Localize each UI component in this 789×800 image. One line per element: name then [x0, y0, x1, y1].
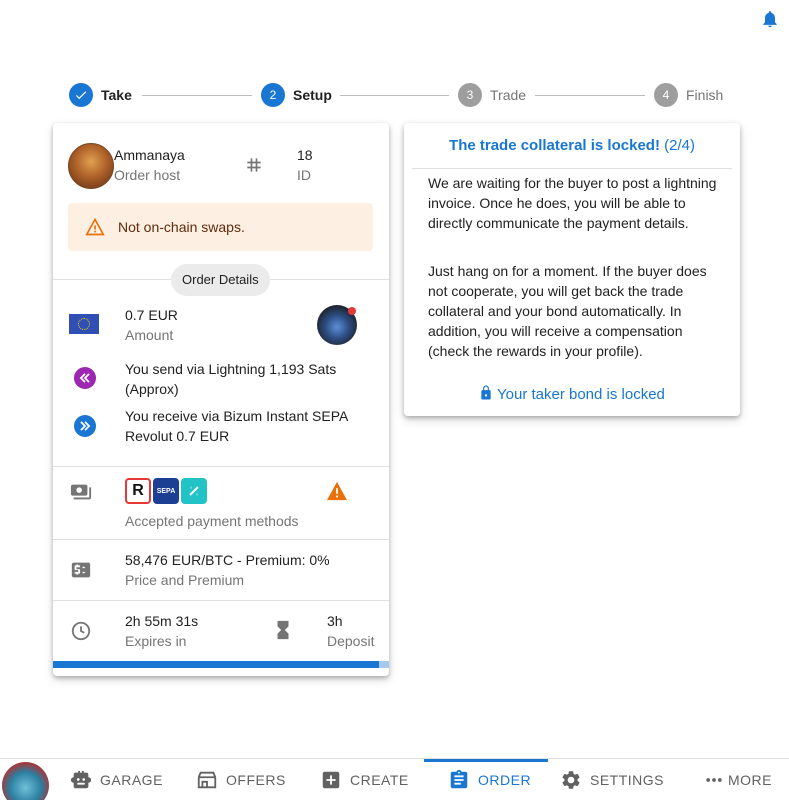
- onchain-warning: Not on-chain swaps.: [68, 203, 373, 251]
- bottom-navigation: GARAGE OFFERS CREATE ORDER SETTINGS MORE: [0, 758, 789, 800]
- divider: [53, 539, 389, 540]
- order-id: 18: [297, 147, 313, 163]
- host-name: Ammanaya: [114, 147, 185, 163]
- price-icon: [71, 562, 91, 578]
- settings-icon: [562, 771, 580, 789]
- bond-status: Your taker bond is locked: [404, 384, 740, 403]
- deposit-label: Deposit: [327, 633, 375, 649]
- receive-text: You receive via Bizum Instant SEPA Revol…: [125, 408, 348, 444]
- expiry-progress-fill: [53, 661, 379, 668]
- step-finish: 4 Finish: [654, 82, 723, 108]
- clock-icon: [71, 621, 91, 641]
- order-details-chip[interactable]: Order Details: [171, 264, 270, 296]
- nav-more[interactable]: MORE: [704, 759, 772, 800]
- create-icon: [322, 771, 340, 789]
- nav-more-label: MORE: [728, 772, 772, 788]
- step-connector: [340, 95, 449, 96]
- check-icon: [69, 83, 93, 107]
- nav-order-label: ORDER: [478, 772, 532, 788]
- divider: [53, 600, 389, 601]
- divider: [53, 466, 389, 467]
- send-text: You send via Lightning 1,193 Sats (Appro…: [125, 361, 337, 397]
- bond-status-text: Your taker bond is locked: [497, 386, 665, 403]
- status-step-count: (2/4): [664, 137, 695, 154]
- deposit-value: 3h: [327, 613, 343, 629]
- garage-icon: [70, 770, 92, 789]
- nav-garage[interactable]: GARAGE: [70, 759, 163, 800]
- nav-order[interactable]: ORDER: [424, 759, 548, 800]
- amount-label: Amount: [125, 327, 174, 343]
- more-icon: [706, 778, 722, 782]
- step-take: Take: [69, 82, 132, 108]
- order-id-label: ID: [297, 167, 311, 183]
- status-dot: [348, 307, 356, 315]
- step-connector: [142, 95, 252, 96]
- sepa-logo: SEPA: [153, 478, 179, 504]
- nav-create[interactable]: CREATE: [320, 759, 409, 800]
- payment-methods-label: Accepted payment methods: [125, 513, 299, 529]
- expires-label: Expires in: [125, 633, 187, 649]
- warning-icon[interactable]: [326, 481, 348, 501]
- order-details-card: Ammanaya Order host 18 ID Not on-chain s…: [53, 123, 389, 676]
- step-connector: [535, 95, 645, 96]
- step-setup: 2 Setup: [261, 82, 332, 108]
- step-number: 2: [261, 83, 285, 107]
- hourglass-icon: [277, 620, 289, 640]
- status-paragraph-2: Just hang on for a moment. If the buyer …: [428, 263, 707, 359]
- nav-create-label: CREATE: [350, 772, 409, 788]
- nav-garage-label: GARAGE: [100, 772, 163, 788]
- offers-icon: [197, 771, 217, 789]
- expires-value: 2h 55m 31s: [125, 613, 199, 629]
- host-avatar[interactable]: [68, 143, 114, 189]
- status-title: The trade collateral is locked! (2/4): [404, 137, 740, 154]
- revolut-logo: R: [125, 478, 151, 504]
- bizum-logo: [181, 478, 207, 504]
- step-number: 4: [654, 83, 678, 107]
- divider: [412, 168, 732, 169]
- price-label: Price and Premium: [125, 572, 245, 588]
- payment-icon: [70, 484, 92, 500]
- price-value: 58,476 EUR/BTC - Premium: 0%: [125, 552, 330, 568]
- host-role: Order host: [114, 167, 181, 183]
- nav-settings-label: SETTINGS: [590, 772, 665, 788]
- status-title-text: The trade collateral is locked!: [449, 137, 660, 154]
- host-row: Ammanaya Order host 18 ID: [68, 143, 378, 189]
- hash-icon: [247, 158, 261, 172]
- warning-icon: [85, 217, 105, 236]
- nav-offers[interactable]: OFFERS: [196, 759, 286, 800]
- send-icon: [74, 367, 96, 389]
- order-stepper: Take 2 Setup 3 Trade 4 Finish: [0, 82, 789, 108]
- warning-text: Not on-chain swaps.: [118, 219, 245, 235]
- receive-icon: [74, 415, 96, 437]
- step-label: Take: [101, 87, 132, 103]
- expiry-progress-bar: [53, 661, 389, 668]
- eu-flag-icon: [69, 314, 99, 334]
- step-label: Finish: [686, 87, 724, 103]
- step-label: Trade: [490, 87, 527, 103]
- bell-icon[interactable]: [760, 9, 780, 29]
- step-number: 3: [458, 83, 482, 107]
- lock-icon: [481, 385, 491, 400]
- nav-offers-label: OFFERS: [226, 772, 286, 788]
- status-info-card: The trade collateral is locked! (2/4) We…: [404, 123, 740, 416]
- step-label: Setup: [293, 87, 332, 103]
- order-icon: [450, 769, 468, 789]
- user-avatar[interactable]: [2, 762, 49, 800]
- nav-settings[interactable]: SETTINGS: [560, 759, 664, 800]
- step-trade: 3 Trade: [458, 82, 526, 108]
- status-paragraph-1: We are waiting for the buyer to post a l…: [428, 175, 717, 231]
- amount-value: 0.7 EUR: [125, 307, 178, 323]
